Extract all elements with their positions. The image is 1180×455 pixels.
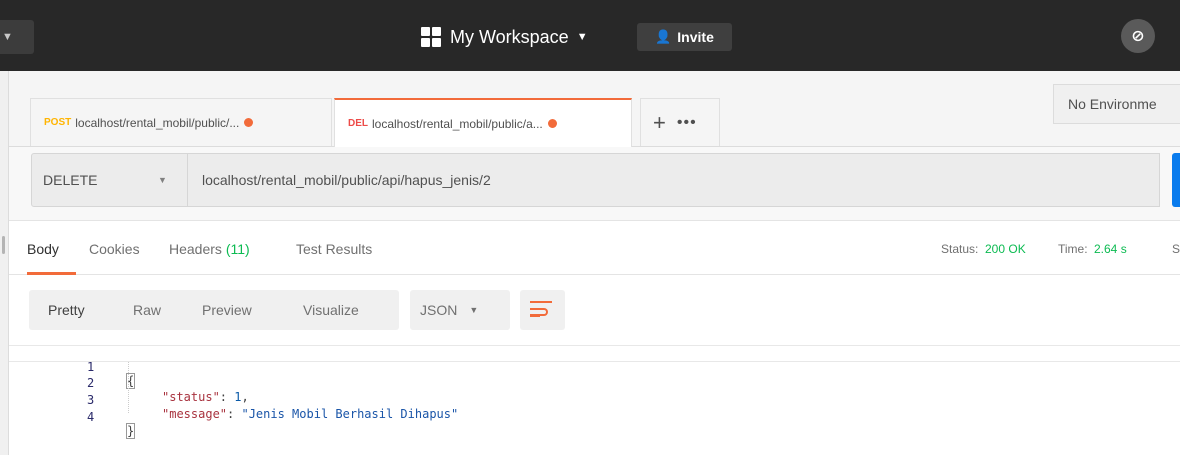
tab-test-results[interactable]: Test Results [296, 241, 372, 257]
tab-headers[interactable]: Headers (11) [169, 241, 250, 257]
send-button[interactable] [1172, 153, 1180, 207]
view-pretty-button[interactable]: Pretty [29, 290, 114, 330]
tab-headers-label: Headers [169, 241, 222, 257]
view-visualize-button[interactable]: Visualize [284, 290, 399, 330]
tab-post-request[interactable]: POST localhost/rental_mobil/public/... [30, 98, 332, 146]
top-bar: ▼ My Workspace ▼ 👤 Invite ⊘ [0, 0, 1180, 71]
request-bar: DELETE ▼ localhost/rental_mobil/public/a… [9, 147, 1180, 221]
response-tabs: Body Cookies Headers (11) Test Results S… [9, 221, 1180, 275]
tab-cookies[interactable]: Cookies [89, 241, 140, 257]
view-preview-button[interactable]: Preview [183, 290, 284, 330]
tab-delete-request[interactable]: DEL localhost/rental_mobil/public/a... [334, 98, 632, 147]
environment-select[interactable]: No Environme [1053, 84, 1180, 124]
sync-off-icon[interactable]: ⊘ [1121, 19, 1155, 53]
status-value[interactable]: 200 OK [985, 242, 1026, 256]
new-dropdown-button[interactable]: ▼ [0, 20, 34, 54]
headers-count: (11) [225, 241, 250, 257]
new-tab-plus-icon[interactable]: + [653, 110, 666, 136]
more-tabs-icon[interactable]: ••• [677, 114, 697, 132]
sidebar-resize-handle[interactable] [2, 236, 5, 254]
tab-url: localhost/rental_mobil/public/... [75, 115, 240, 130]
url-input[interactable]: localhost/rental_mobil/public/api/hapus_… [188, 153, 1160, 207]
workspace-grid-icon [421, 27, 441, 47]
caret-down-icon: ▼ [469, 305, 479, 315]
indent-guide [128, 362, 129, 413]
unsaved-dot-icon [244, 118, 254, 127]
code-line: 3 "message": "Jenis Mobil Berhasil Dihap… [87, 393, 459, 421]
format-value: JSON [420, 302, 458, 318]
response-view-toolbar: Pretty Raw Preview Visualize JSON ▼ [29, 290, 565, 330]
workspace-label: My Workspace [450, 26, 569, 47]
time-label: Time: [1058, 242, 1088, 256]
view-mode-group: Pretty Raw Preview Visualize [29, 290, 399, 330]
tab-method-badge: DEL [348, 118, 368, 129]
tab-method-badge: POST [44, 117, 72, 128]
http-method-select[interactable]: DELETE ▼ [31, 153, 188, 207]
caret-down-icon: ▼ [158, 175, 167, 185]
tab-url: localhost/rental_mobil/public/a... [372, 116, 543, 131]
format-select[interactable]: JSON ▼ [410, 290, 510, 330]
unsaved-dot-icon [547, 119, 557, 128]
invite-button[interactable]: 👤 Invite [637, 23, 732, 51]
response-body-editor[interactable]: 1 { 2 "status": 1, 3 "message": "Jenis M… [9, 345, 1180, 455]
code-line: 2 "status": 1, [87, 376, 249, 404]
workspace-selector[interactable]: My Workspace ▼ [421, 23, 588, 51]
size-label: S [1172, 242, 1180, 256]
time-value[interactable]: 2.64 s [1094, 242, 1127, 256]
code-line: 4 } [9, 396, 1180, 439]
http-method-value: DELETE [43, 172, 98, 188]
caret-down-icon: ▼ [576, 31, 588, 43]
wrap-lines-icon[interactable] [520, 290, 565, 330]
code-line: 1 { [9, 345, 1180, 389]
view-raw-button[interactable]: Raw [114, 290, 183, 330]
line-number: 4 [87, 410, 95, 424]
json-close-brace: } [126, 423, 136, 439]
postman-window: ▼ My Workspace ▼ 👤 Invite ⊘ POST localho… [0, 0, 1180, 455]
invite-label: Invite [677, 29, 714, 45]
status-label: Status: [941, 242, 979, 256]
request-tab-bar: POST localhost/rental_mobil/public/... D… [9, 71, 1180, 147]
tab-actions: + ••• [640, 98, 720, 146]
chevron-down-icon: ▼ [2, 31, 13, 43]
environment-label: No Environme [1068, 96, 1157, 112]
active-tab-underline [27, 272, 76, 275]
sidebar-collapsed [0, 71, 9, 455]
url-value: localhost/rental_mobil/public/api/hapus_… [202, 172, 491, 188]
tab-body[interactable]: Body [27, 241, 59, 257]
add-user-icon: 👤 [655, 29, 672, 44]
